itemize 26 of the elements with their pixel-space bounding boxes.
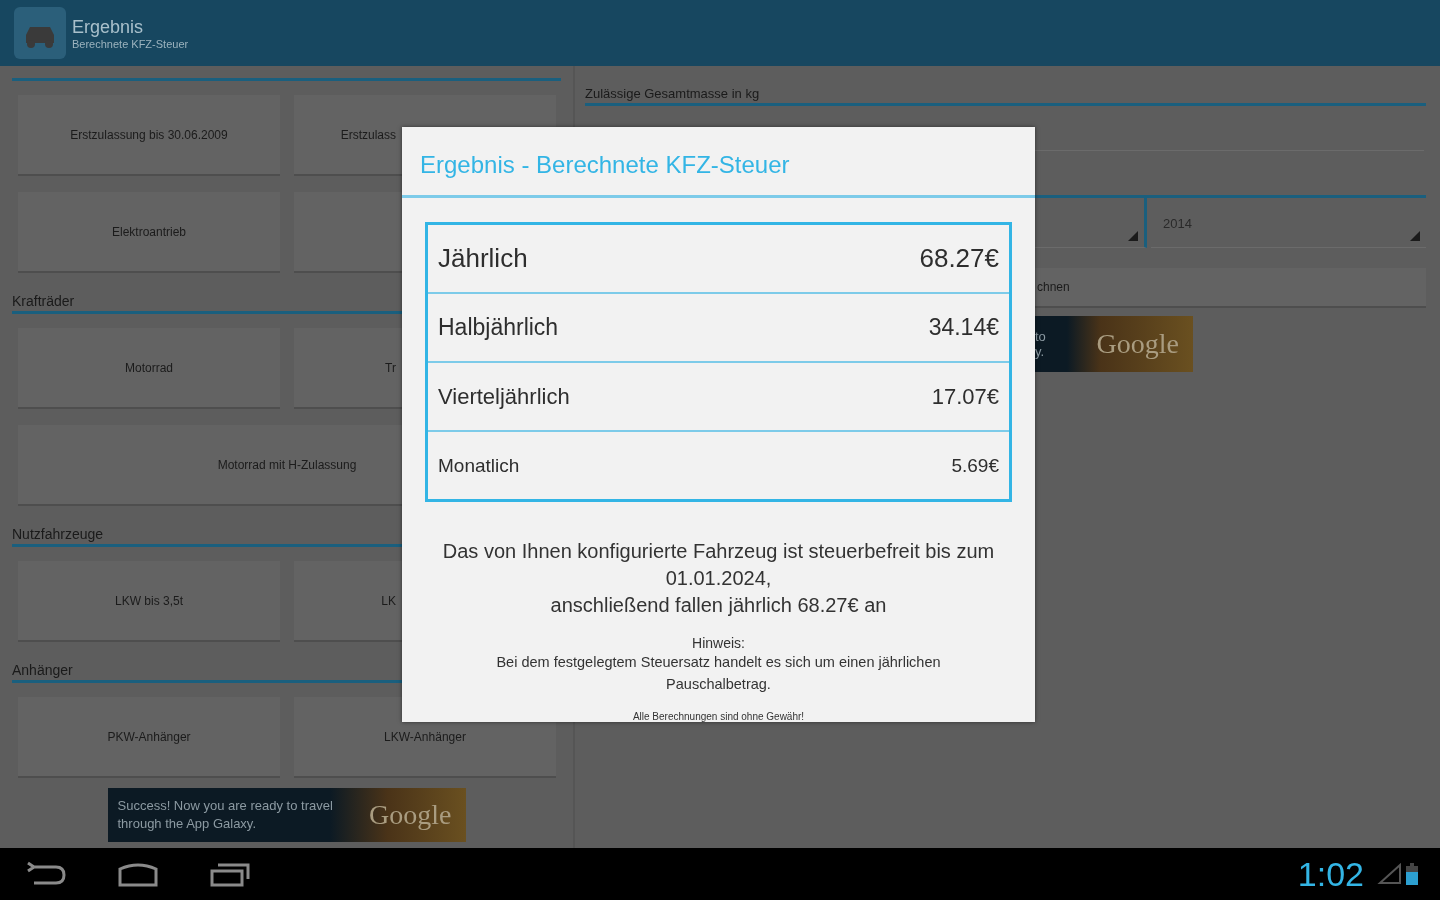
ad-text: to (1035, 329, 1046, 344)
hint-text: Bei dem festgelegtem Steuersatz handelt es sich um einen jährlichen Pauschalbetrag. (495, 653, 942, 694)
period-label: Halbjährlich (438, 314, 559, 341)
section-heading: Krafträder (12, 293, 76, 309)
ad-brand: Google (369, 799, 452, 831)
tax-amount: 34.14€ (928, 314, 999, 341)
section-heading: Nutzfahrzeuge (12, 526, 105, 542)
tax-amount: 68.27€ (919, 243, 999, 274)
period-label: Monatlich (438, 454, 520, 477)
ad-text: y. (1035, 344, 1046, 359)
app-title: Ergebnis (72, 16, 145, 38)
period-label: Vierteljährlich (438, 383, 570, 410)
dialog-title: Ergebnis - Berechnete KFZ-Steuer (420, 151, 790, 180)
app-subtitle: Berechnete KFZ-Steuer (72, 37, 189, 50)
result-message: 01.01.2024, (665, 566, 772, 591)
tax-amount: 17.07€ (931, 383, 999, 410)
result-message: anschließend fallen jährlich 68.27€ an (550, 593, 887, 618)
result-message: Das von Ihnen konfigurierte Fahrzeug ist steuerbefreit bis zum (442, 539, 995, 564)
tax-amount: 5.69€ (951, 454, 999, 477)
disclaimer-text: Alle Berechnungen sind ohne Gewähr! (632, 711, 805, 722)
ad-brand: Google (1096, 328, 1179, 360)
hint-title: Hinweis: (692, 635, 745, 651)
ad-text: Success! Now you are ready to travel through the App Galaxy. (117, 797, 334, 833)
field-label: Zulässige Gesamtmasse in kg (585, 86, 761, 101)
period-label: Jährlich (438, 243, 528, 274)
clock: 1:02 (1297, 854, 1364, 894)
